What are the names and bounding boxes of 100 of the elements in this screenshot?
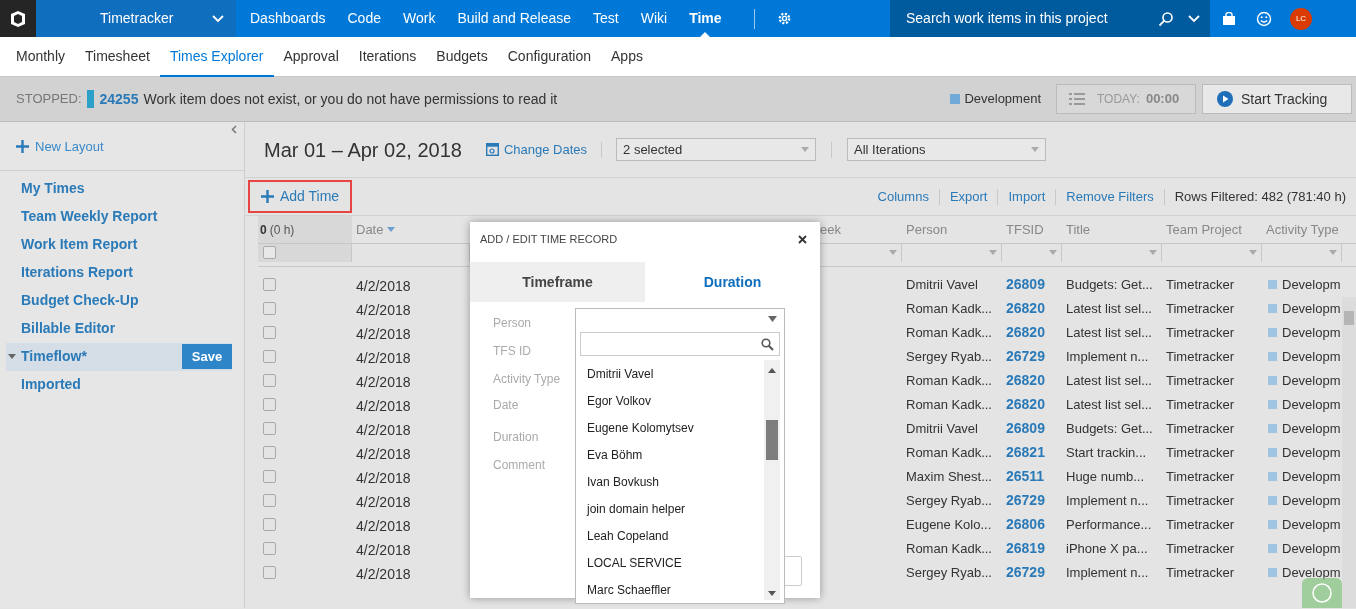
work-item-link[interactable]: 26820: [1002, 370, 1062, 391]
search-bar[interactable]: Search work items in this project: [890, 0, 1210, 37]
list-scrollbar[interactable]: [764, 360, 780, 600]
work-item-link[interactable]: 26819: [1002, 538, 1062, 559]
person-option[interactable]: Ivan Bovkush: [587, 468, 757, 495]
row-checkbox[interactable]: [263, 446, 276, 459]
row-checkbox[interactable]: [263, 542, 276, 555]
toolbar-link[interactable]: Remove Filters: [1066, 186, 1154, 207]
add-time-button[interactable]: Add Time: [248, 180, 353, 213]
scrollbar[interactable]: [1342, 297, 1356, 608]
work-item-link[interactable]: 26809: [1002, 418, 1062, 439]
nav-link[interactable]: Test: [585, 0, 627, 37]
work-item-link[interactable]: 24255: [99, 88, 139, 110]
column-header[interactable]: Activity Type: [1262, 219, 1342, 240]
hub-tab[interactable]: Timesheet: [75, 37, 160, 77]
status-label: STOPPED:: [16, 90, 82, 109]
layout-link[interactable]: Team Weekly Report: [21, 206, 232, 227]
help-button[interactable]: [1302, 578, 1342, 608]
layout-link[interactable]: Work Item Report: [21, 234, 232, 255]
activity-swatch: [1268, 544, 1277, 553]
row-checkbox[interactable]: [263, 326, 276, 339]
nav-link[interactable]: Wiki: [632, 0, 676, 37]
layout-link[interactable]: Iterations Report: [21, 262, 232, 283]
nav-link[interactable]: Build and Release: [449, 0, 580, 37]
person-search-field[interactable]: [580, 332, 780, 356]
work-item-link[interactable]: 26729: [1002, 346, 1062, 367]
user-avatar[interactable]: LC: [1290, 7, 1312, 30]
table-cell-text: Timetracker: [1165, 515, 1236, 534]
table-cell-text: 4/2/2018: [355, 277, 412, 296]
layout-link[interactable]: Budget Check-Up: [21, 290, 232, 311]
nav-link[interactable]: Work: [394, 0, 444, 37]
hub-tab[interactable]: Configuration: [497, 37, 601, 77]
row-checkbox[interactable]: [263, 278, 276, 291]
column-header[interactable]: Date: [352, 219, 470, 240]
work-item-link[interactable]: 26820: [1002, 298, 1062, 319]
start-tracking-button[interactable]: Start Tracking: [1202, 84, 1352, 114]
hub-tab[interactable]: Monthly: [6, 37, 76, 77]
layout-link[interactable]: Imported: [21, 374, 232, 395]
person-filter-dropdown[interactable]: 2 selected: [616, 138, 817, 161]
person-option[interactable]: Dmitrii Vavel: [587, 360, 757, 387]
person-option[interactable]: Leah Copeland: [587, 522, 757, 549]
nav-link[interactable]: Code: [339, 0, 389, 37]
person-option[interactable]: join domain helper: [587, 495, 757, 522]
row-checkbox[interactable]: [263, 566, 276, 579]
project-selector[interactable]: Timetracker: [36, 0, 236, 37]
work-item-link[interactable]: 26821: [1002, 442, 1062, 463]
iteration-filter-dropdown[interactable]: All Iterations: [847, 138, 1047, 161]
work-item-link[interactable]: 26809: [1002, 274, 1062, 295]
row-checkbox[interactable]: [263, 518, 276, 531]
change-dates-link[interactable]: Change Dates: [485, 139, 588, 160]
table-cell-text: Latest list sel...: [1065, 371, 1153, 390]
row-checkbox[interactable]: [263, 494, 276, 507]
select-all-checkbox[interactable]: [263, 246, 276, 260]
search-field[interactable]: Search work items in this project: [906, 8, 1158, 29]
row-checkbox[interactable]: [263, 374, 276, 387]
person-option[interactable]: Eva Böhm: [587, 441, 757, 468]
save-button[interactable]: Save: [182, 344, 232, 369]
row-checkbox[interactable]: [263, 302, 276, 315]
work-item-link[interactable]: 26806: [1002, 514, 1062, 535]
new-layout-link[interactable]: New Layout: [16, 137, 104, 157]
toolbar-link[interactable]: Export: [949, 186, 988, 207]
hub-tab[interactable]: Budgets: [426, 37, 498, 77]
table-cell-text: Developm: [1282, 347, 1341, 366]
work-item-link[interactable]: 26729: [1002, 490, 1062, 511]
table-cell-text: Roman Kadk...: [905, 323, 993, 342]
layout-link[interactable]: Timeflow*: [21, 346, 182, 367]
person-option[interactable]: Egor Volkov: [587, 387, 757, 414]
row-checkbox[interactable]: [263, 398, 276, 411]
work-item-link[interactable]: 26820: [1002, 394, 1062, 415]
close-button[interactable]: [798, 234, 808, 244]
dialog-tab[interactable]: Duration: [645, 262, 820, 302]
scroll-thumb[interactable]: [766, 420, 778, 460]
toolbar-link[interactable]: Columns: [877, 186, 929, 207]
person-option[interactable]: LOCAL SERVICE: [587, 549, 757, 576]
hub-tab[interactable]: Iterations: [348, 37, 427, 77]
row-checkbox[interactable]: [263, 350, 276, 363]
row-checkbox[interactable]: [263, 422, 276, 435]
column-header[interactable]: TFSID: [1002, 219, 1062, 240]
hub-tab[interactable]: Apps: [601, 37, 653, 77]
layout-link[interactable]: My Times: [21, 178, 232, 199]
field-label: TFS ID: [493, 343, 531, 360]
column-header[interactable]: Person: [902, 219, 1002, 240]
work-item-link[interactable]: 26820: [1002, 322, 1062, 343]
activity-swatch: [950, 94, 961, 104]
layout-link[interactable]: Billable Editor: [21, 318, 232, 339]
person-option[interactable]: Marc Schaeffler: [587, 576, 757, 603]
column-header[interactable]: Team Project: [1162, 219, 1262, 240]
table-cell-text: Timetracker: [1165, 347, 1236, 366]
feedback-button[interactable]: [1256, 9, 1274, 28]
column-header[interactable]: Title: [1062, 219, 1162, 240]
work-item-link[interactable]: 26511: [1002, 466, 1062, 487]
row-checkbox[interactable]: [263, 470, 276, 483]
toolbar-link[interactable]: Import: [1008, 186, 1046, 207]
search-icon: [761, 337, 774, 351]
person-option[interactable]: Eugene Kolomytsev: [587, 414, 757, 441]
table-cell-text: Latest list sel...: [1065, 323, 1153, 342]
person-dropdown[interactable]: [575, 308, 785, 329]
nav-link[interactable]: Dashboards: [242, 0, 334, 37]
hub-tab[interactable]: Approval: [273, 37, 349, 77]
work-item-link[interactable]: 26729: [1002, 562, 1062, 583]
